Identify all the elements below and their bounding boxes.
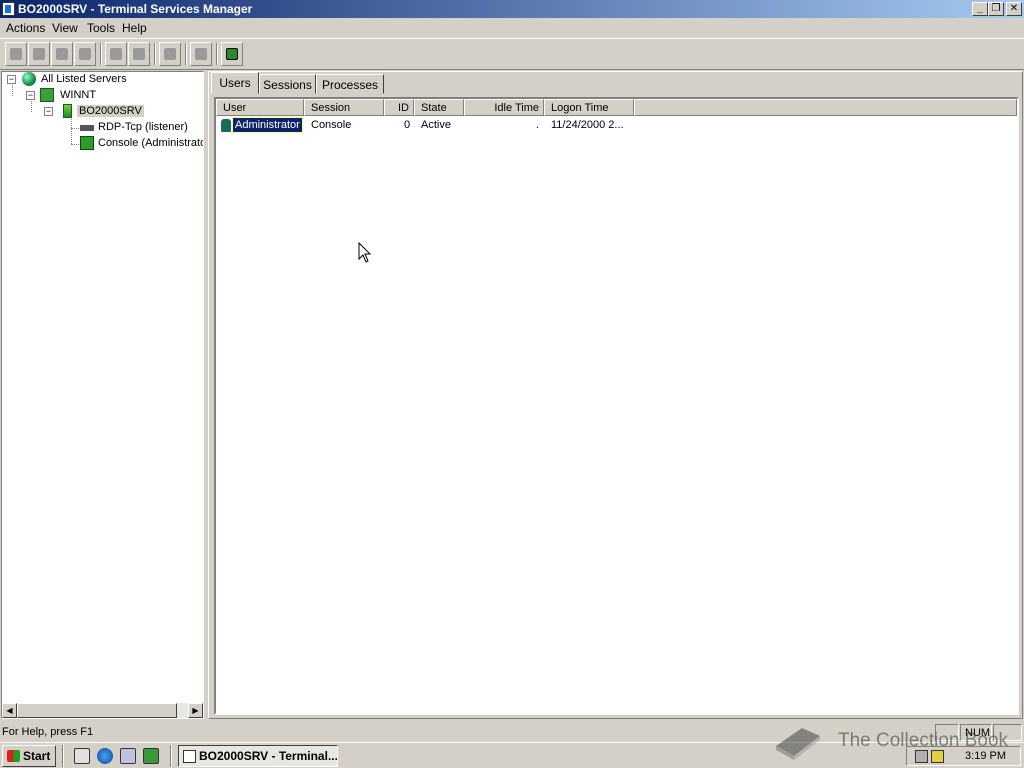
- console-icon: [80, 136, 94, 150]
- window-title: BO2000SRV - Terminal Services Manager: [18, 2, 253, 16]
- users-list[interactable]: User Session ID State Idle Time Logon Ti…: [214, 97, 1019, 715]
- cell-idle-time: .: [536, 119, 540, 131]
- menu-bar: Actions View Tools Help: [0, 19, 1024, 37]
- end-process-button[interactable]: [190, 42, 212, 66]
- server-icon: [63, 104, 72, 118]
- end-process-icon: [195, 48, 207, 60]
- refresh-button[interactable]: [221, 42, 243, 66]
- tree-label: All Listed Servers: [41, 73, 127, 85]
- menu-actions[interactable]: Actions: [6, 21, 45, 35]
- toolbar-separator: [216, 43, 218, 65]
- windows-flag-icon: [7, 750, 20, 762]
- tree-horizontal-scrollbar[interactable]: ◀ ▶: [2, 703, 203, 718]
- scroll-right-icon[interactable]: ▶: [188, 703, 203, 718]
- close-button[interactable]: ✕: [1006, 2, 1022, 16]
- status-icon: [133, 48, 145, 60]
- tree-item-all-listed-servers[interactable]: − All Listed Servers: [2, 72, 202, 88]
- refresh-icon: [226, 48, 238, 60]
- quick-launch-app-icon[interactable]: [143, 748, 159, 764]
- connect-button[interactable]: [5, 42, 27, 66]
- server-tree[interactable]: − All Listed Servers − WINNT − BO2000SRV…: [1, 71, 204, 719]
- tree-item-winnt[interactable]: − WINNT: [2, 88, 202, 104]
- send-message-icon: [56, 48, 68, 60]
- show-desktop-icon[interactable]: [74, 748, 90, 764]
- menu-tools[interactable]: Tools: [87, 21, 115, 35]
- toolbar-separator: [154, 43, 156, 65]
- terminal-services-app-icon[interactable]: [2, 2, 15, 16]
- status-button[interactable]: [128, 42, 150, 66]
- cell-session: Console: [311, 119, 352, 131]
- column-header-state[interactable]: State: [414, 99, 464, 116]
- logoff-button[interactable]: [159, 42, 181, 66]
- disconnect-button[interactable]: [28, 42, 50, 66]
- logoff-icon: [164, 48, 176, 60]
- remote-control-button[interactable]: [74, 42, 96, 66]
- menu-view[interactable]: View: [52, 21, 78, 35]
- collapse-icon[interactable]: −: [7, 75, 16, 84]
- tab-processes[interactable]: Processes: [316, 74, 384, 94]
- tree-label: Console (Administrato: [98, 137, 204, 149]
- taskbar-window-label: BO2000SRV - Terminal...: [199, 749, 338, 763]
- column-header-id[interactable]: ID: [384, 99, 414, 116]
- tree-item-console[interactable]: Console (Administrato: [2, 136, 204, 152]
- start-label: Start: [23, 749, 51, 763]
- tree-item-bo2000srv[interactable]: − BO2000SRV: [2, 104, 202, 120]
- taskbar-window-button[interactable]: BO2000SRV - Terminal...: [178, 745, 338, 767]
- scroll-left-icon[interactable]: ◀: [2, 703, 17, 718]
- user-icon: [221, 119, 231, 132]
- toolbar-separator: [100, 43, 102, 65]
- toolbar: [0, 38, 1024, 70]
- tree-item-rdp-tcp[interactable]: RDP-Tcp (listener): [2, 120, 202, 136]
- disconnect-icon: [33, 48, 45, 60]
- scroll-thumb[interactable]: [17, 703, 177, 718]
- watermark: The Collection Book: [772, 720, 1012, 766]
- cell-state: Active: [421, 119, 451, 131]
- toolbar-separator: [185, 43, 187, 65]
- tree-label: RDP-Tcp (listener): [98, 121, 188, 133]
- column-header-session[interactable]: Session: [304, 99, 384, 116]
- minimize-button[interactable]: _: [972, 2, 988, 16]
- globe-icon: [22, 72, 36, 86]
- cell-user[interactable]: Administrator: [232, 117, 303, 133]
- column-header-idle-time[interactable]: Idle Time: [464, 99, 544, 116]
- send-message-button[interactable]: [51, 42, 73, 66]
- network-icon[interactable]: [120, 748, 136, 764]
- menu-help[interactable]: Help: [122, 21, 147, 35]
- title-bar[interactable]: BO2000SRV - Terminal Services Manager _ …: [0, 0, 1024, 18]
- tree-label: BO2000SRV: [77, 105, 144, 117]
- terminal-services-app-icon: [183, 750, 196, 763]
- listener-icon: [80, 125, 94, 131]
- column-header-logon-time[interactable]: Logon Time: [544, 99, 634, 116]
- details-pane: Users Sessions Processes User Session ID…: [208, 71, 1023, 719]
- cell-id: 0: [404, 119, 411, 131]
- start-button[interactable]: Start: [2, 745, 56, 767]
- remote-control-icon: [79, 48, 91, 60]
- collapse-icon[interactable]: −: [44, 107, 53, 116]
- watermark-text: The Collection Book: [838, 730, 1009, 751]
- tab-users[interactable]: Users: [211, 72, 259, 94]
- taskbar-separator: [62, 745, 64, 767]
- book-logo-icon: [776, 728, 820, 760]
- column-header-user[interactable]: User: [216, 99, 304, 116]
- domain-icon: [40, 88, 54, 102]
- reset-button[interactable]: [105, 42, 127, 66]
- restore-button[interactable]: ❐: [988, 2, 1004, 16]
- cell-logon-time: 11/24/2000 2...: [551, 119, 624, 131]
- collapse-icon[interactable]: −: [26, 91, 35, 100]
- taskbar-separator: [170, 745, 172, 767]
- mouse-cursor-icon: [358, 242, 372, 263]
- tree-label: WINNT: [60, 89, 97, 101]
- column-header-filler: [634, 99, 1017, 116]
- tab-sessions[interactable]: Sessions: [259, 74, 316, 94]
- reset-icon: [110, 48, 122, 60]
- connect-icon: [10, 48, 22, 60]
- internet-explorer-icon[interactable]: [97, 748, 113, 764]
- status-help-text: For Help, press F1: [2, 726, 94, 738]
